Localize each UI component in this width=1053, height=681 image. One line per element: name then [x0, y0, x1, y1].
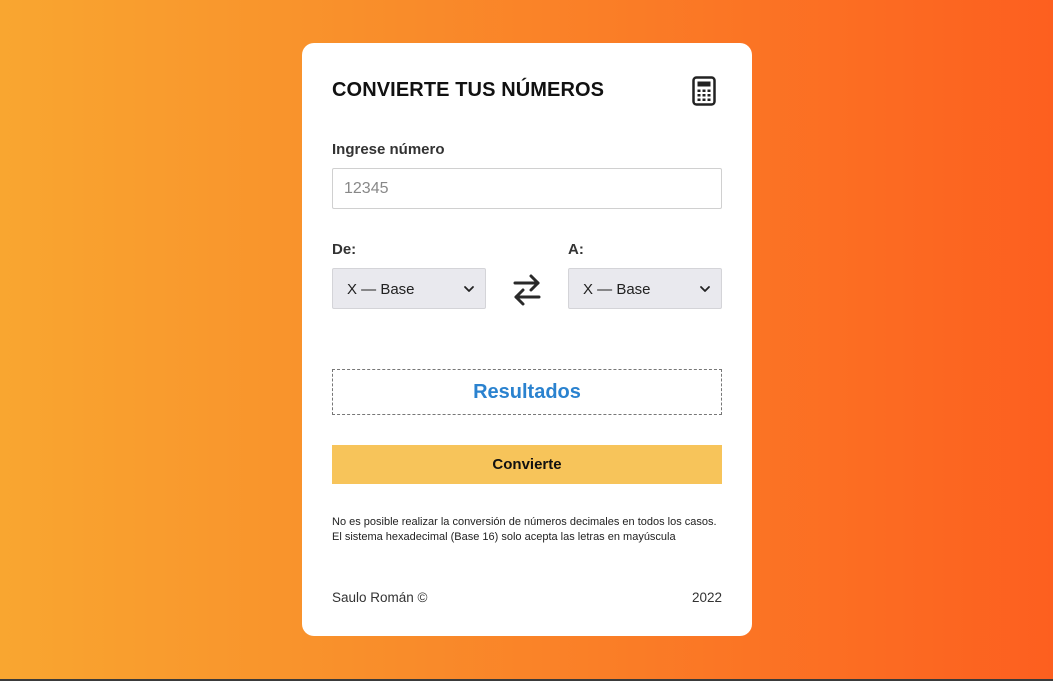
chevron-down-icon [464, 286, 474, 292]
info-notes: No es posible realizar la conversión de … [332, 515, 722, 545]
footer-author: Saulo Román © [332, 590, 428, 605]
note-decimal: No es posible realizar la conversión de … [332, 516, 717, 528]
footer-year: 2022 [691, 590, 722, 605]
page-title: CONVIERTE TUS NÚMEROS [332, 79, 605, 101]
from-base-select[interactable]: X — Base [332, 268, 486, 309]
results-box: Resultados [332, 369, 722, 415]
number-input[interactable] [332, 168, 722, 209]
from-base-selected: X — Base [347, 281, 415, 298]
converter-card: CONVIERTE TUS NÚMEROS Ingrese número De:… [302, 43, 752, 636]
calculator-icon [692, 76, 716, 106]
chevron-down-icon [700, 286, 710, 292]
swap-arrows-icon[interactable] [510, 270, 544, 310]
convert-button[interactable]: Convierte [332, 445, 722, 484]
from-base-label: De: [332, 241, 357, 258]
to-base-selected: X — Base [583, 281, 651, 298]
to-base-label: A: [568, 241, 584, 258]
number-input-label: Ingrese número [332, 141, 445, 158]
to-base-select[interactable]: X — Base [568, 268, 722, 309]
note-hexadecimal: El sistema hexadecimal (Base 16) solo ac… [332, 531, 676, 543]
